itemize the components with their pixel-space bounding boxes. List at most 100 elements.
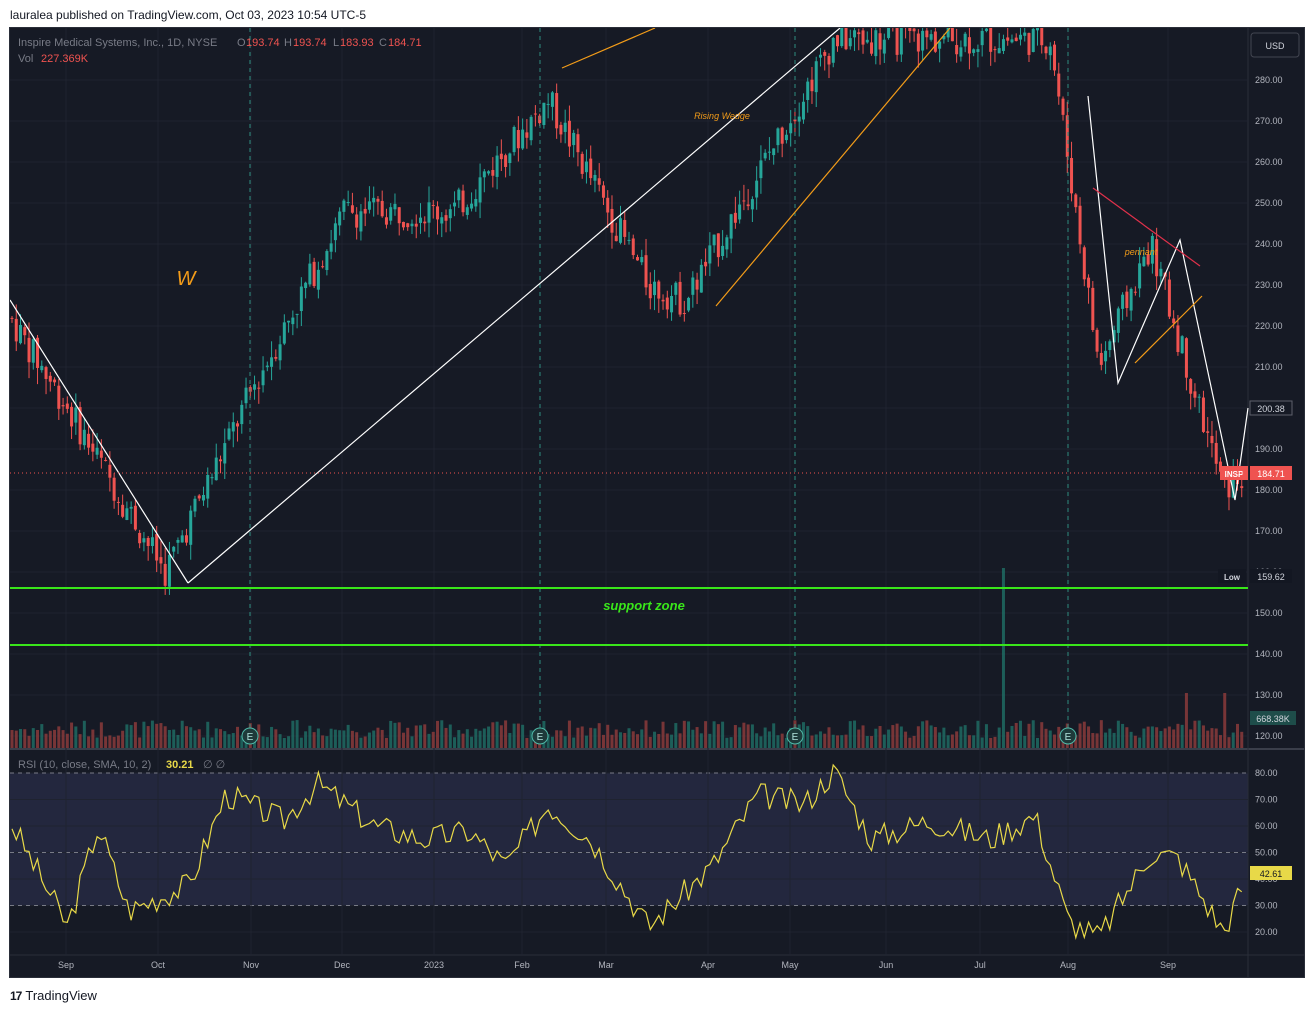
volume-bar	[1112, 732, 1116, 748]
price-tick-label: 260.00	[1255, 157, 1283, 167]
volume-bar	[193, 730, 197, 748]
volume-bar	[1172, 729, 1176, 748]
volume-bar	[1108, 728, 1112, 748]
candle	[1180, 335, 1184, 354]
volume-bar	[512, 723, 516, 748]
volume-bar	[14, 730, 18, 748]
volume-bar	[431, 731, 435, 748]
volume-bar	[555, 730, 559, 748]
rsi-legend-value: 30.21	[166, 759, 194, 771]
volume-bar	[121, 730, 125, 748]
candle	[840, 18, 844, 48]
price-tick-label: 220.00	[1255, 321, 1283, 331]
volume-bar	[142, 721, 146, 748]
volume-bar	[938, 732, 942, 748]
volume-bar	[461, 733, 465, 748]
rsi-value-badge: 42.61	[1250, 866, 1292, 880]
price-tick-label: 130.00	[1255, 690, 1283, 700]
volume-bar	[687, 721, 691, 748]
volume-bar	[780, 733, 784, 748]
volume-bar	[972, 735, 976, 748]
volume-bar	[291, 720, 295, 748]
volume-bar	[942, 727, 946, 748]
volume-bar	[1240, 731, 1244, 748]
volume-bar	[104, 736, 108, 748]
volume-bar	[316, 728, 320, 748]
time-tick-label: May	[781, 960, 799, 970]
volume-bar	[1121, 723, 1125, 748]
volume-bar	[559, 730, 563, 748]
volume-bar	[1010, 725, 1014, 748]
volume-bar	[1150, 726, 1154, 748]
rsi-legend-extra: ∅ ∅	[203, 759, 225, 771]
volume-bar	[223, 731, 227, 748]
price-tick-label: 190.00	[1255, 444, 1283, 454]
currency-button[interactable]: USD	[1250, 32, 1300, 58]
volume-bar	[916, 726, 920, 748]
volume-bar	[346, 724, 350, 748]
volume-bar	[197, 729, 201, 748]
volume-bar	[661, 721, 665, 748]
price-tick-label: 210.00	[1255, 362, 1283, 372]
volume-bar	[19, 729, 23, 748]
volume-bar	[708, 733, 712, 748]
support-zone-label: support zone	[603, 598, 685, 613]
volume-bar	[1146, 726, 1150, 748]
volume-bar	[180, 720, 184, 748]
volume-bar	[878, 726, 882, 748]
candle	[887, 17, 891, 40]
volume-bar	[806, 726, 810, 748]
volume-bar	[636, 734, 640, 748]
volume-bar	[1197, 720, 1201, 748]
time-tick-label: Jul	[974, 960, 986, 970]
volume-bar	[129, 725, 133, 748]
volume-bar	[648, 736, 652, 748]
volume-bar	[367, 732, 371, 748]
volume-bar	[674, 723, 678, 748]
volume-bar	[993, 736, 997, 748]
volume-bar	[997, 727, 1001, 748]
volume-bar	[657, 733, 661, 748]
volume-bar	[133, 722, 137, 748]
volume-bar	[1116, 720, 1120, 748]
earnings-icon-letter: E	[247, 732, 254, 743]
price-tick-label: 250.00	[1255, 198, 1283, 208]
volume-bar	[678, 733, 682, 748]
price-tick-label: 170.00	[1255, 526, 1283, 536]
volume-bar	[457, 730, 461, 748]
volume-bar	[53, 729, 57, 748]
volume-bar	[827, 727, 831, 748]
volume-bar	[1001, 568, 1005, 748]
volume-bar	[274, 729, 278, 748]
volume-bar	[40, 724, 44, 748]
chart-svg[interactable]: 120.00130.00140.00150.00160.00170.00180.…	[9, 8, 1304, 977]
candle	[844, 21, 848, 51]
volume-bar	[984, 724, 988, 748]
volume-bar	[874, 728, 878, 748]
volume-bar	[665, 733, 669, 748]
volume-bar	[695, 727, 699, 748]
volume-bar	[721, 721, 725, 748]
volume-bar	[857, 729, 861, 748]
volume-bar	[844, 734, 848, 748]
earnings-icon-letter: E	[537, 732, 544, 743]
volume-bar	[299, 737, 303, 748]
volume-bar	[491, 722, 495, 748]
volume-bar	[576, 727, 580, 748]
volume-bar	[184, 726, 188, 748]
volume-bar	[699, 733, 703, 748]
low-price-badge: Low 159.62	[1218, 569, 1292, 583]
time-tick-label: Aug	[1060, 960, 1076, 970]
volume-bar	[1048, 730, 1052, 748]
volume-bar	[342, 730, 346, 748]
price-pane[interactable]	[10, 28, 1248, 748]
volume-bar	[606, 724, 610, 748]
footer-brand: TradingView	[25, 988, 97, 1003]
volume-bar	[474, 728, 478, 748]
volume-bar	[1201, 725, 1205, 748]
close-badge-value: 184.71	[1257, 469, 1285, 479]
chart-frame[interactable]: 120.00130.00140.00150.00160.00170.00180.…	[9, 8, 1305, 978]
volume-bar	[776, 735, 780, 748]
volume-bar	[95, 737, 99, 748]
volume-bar	[1044, 728, 1048, 748]
